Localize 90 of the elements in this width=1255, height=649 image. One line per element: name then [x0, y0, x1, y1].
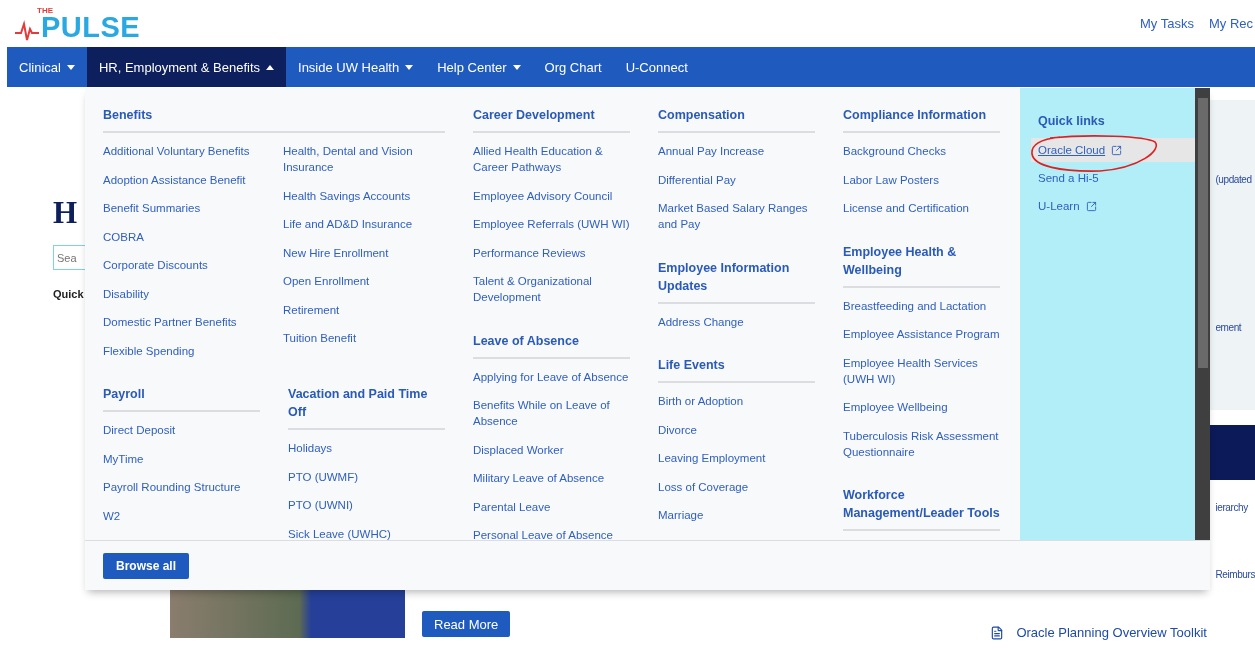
menu-link[interactable]: Birth or Adoption: [658, 393, 815, 409]
menu-link[interactable]: Military Leave of Absence: [473, 470, 630, 486]
menu-link[interactable]: Additional Voluntary Benefits: [103, 143, 265, 159]
menu-link[interactable]: Breastfeeding and Lactation: [843, 297, 1000, 314]
menu-link[interactable]: Sick Leave (UWHC): [288, 525, 445, 540]
document-link[interactable]: Reimburs: [1215, 569, 1255, 580]
menu-link[interactable]: Benefits While on Leave of Absence: [473, 397, 630, 429]
search-field[interactable]: Sea: [53, 245, 85, 270]
menu-section-heading: Life Events: [658, 356, 815, 383]
menu-link[interactable]: W2: [103, 507, 260, 524]
logo-small-text: THE: [37, 6, 53, 15]
menu-section-heading: Career Development: [473, 106, 630, 133]
menu-link[interactable]: Allied Health Education & Career Pathways: [473, 143, 630, 175]
menu-link[interactable]: Open Enrollment: [283, 273, 445, 289]
menu-section-heading: Vacation and Paid Time Off: [288, 385, 445, 430]
menu-link[interactable]: Market Based Salary Ranges and Pay: [658, 200, 815, 232]
menu-link[interactable]: PTO (UWMF): [288, 468, 445, 485]
menu-link[interactable]: Holidays: [288, 440, 445, 456]
menu-link[interactable]: Life and AD&D Insurance: [283, 216, 445, 232]
menu-link[interactable]: Leaving Employment: [658, 450, 815, 466]
nav-item[interactable]: HR, Employment & Benefits: [86, 47, 287, 87]
menu-link[interactable]: Marriage: [658, 507, 815, 523]
menu-link[interactable]: Parental Leave: [473, 498, 630, 515]
scrollbar-thumb[interactable]: [1197, 98, 1208, 368]
quick-link[interactable]: U-Learn: [1031, 194, 1195, 218]
menu-link[interactable]: Displaced Worker: [473, 441, 630, 458]
menu-link[interactable]: Employee Health Services (UWH WI): [843, 354, 1000, 387]
menu-section-heading: Compensation: [658, 106, 815, 133]
menu-section-heading: Employee Information Updates: [658, 258, 815, 304]
menu-link[interactable]: License and Certification: [843, 200, 1000, 216]
menu-link[interactable]: Employee Wellbeing: [843, 399, 1000, 415]
menu-link[interactable]: MyTime: [103, 450, 260, 467]
menu-link[interactable]: Tuition Benefit: [283, 330, 445, 346]
menu-link[interactable]: Employee Advisory Council: [473, 187, 630, 204]
quick-link[interactable]: Oracle Cloud: [1031, 138, 1195, 162]
scrollbar[interactable]: [1195, 88, 1210, 540]
quick-link[interactable]: Send a Hi-5: [1031, 166, 1195, 190]
menu-link[interactable]: Loss of Coverage: [658, 478, 815, 495]
read-more-button[interactable]: Read More: [422, 611, 511, 637]
menu-link[interactable]: Personal Leave of Absence: [473, 527, 630, 540]
menu-link[interactable]: COBRA: [103, 228, 265, 245]
menu-section-heading: Compliance Information: [843, 106, 1000, 133]
menu-link[interactable]: Tuberculosis Risk Assessment Questionnaire: [843, 427, 1000, 460]
document-link[interactable]: ierarchy: [1215, 502, 1248, 513]
menu-link[interactable]: PTO (UWNI): [288, 497, 445, 513]
document-link[interactable]: Oracle Planning Overview Toolkit: [990, 625, 1207, 640]
nav-item[interactable]: Clinical: [7, 47, 87, 87]
quick-links-label: Quick: [53, 288, 84, 300]
nav-item[interactable]: U-Connect: [613, 47, 700, 87]
menu-link[interactable]: New Hire Enrollment: [283, 244, 445, 261]
menu-section-heading: Workforce Management/Leader Tools: [843, 486, 1000, 531]
menu-link[interactable]: Disability: [103, 285, 265, 302]
nav-item[interactable]: Inside UW Health: [286, 47, 426, 87]
logo[interactable]: THEPULSE: [15, 5, 141, 42]
menu-link[interactable]: Health, Dental and Vision Insurance: [283, 143, 445, 175]
menu-link[interactable]: Annual Pay Increase: [658, 143, 815, 159]
menu-link[interactable]: Direct Deposit: [103, 422, 260, 438]
menu-section-heading: Employee Health & Wellbeing: [843, 242, 1000, 288]
menu-link[interactable]: Divorce: [658, 421, 815, 438]
browse-all-button[interactable]: Browse all: [103, 553, 190, 579]
menu-link[interactable]: Talent & Organizational Development: [473, 273, 630, 305]
menu-section-heading: Benefits: [103, 106, 445, 133]
menu-link[interactable]: Retirement: [283, 301, 445, 318]
favorite-link[interactable]: ement: [1215, 322, 1242, 333]
menu-link[interactable]: Differential Pay: [658, 171, 815, 188]
menu-link[interactable]: Payroll Rounding Structure: [103, 479, 260, 495]
menu-link[interactable]: Adoption Assistance Benefit: [103, 171, 265, 188]
menu-link[interactable]: Flexible Spending: [103, 342, 265, 359]
quick-links-heading: Quick links: [1038, 114, 1106, 128]
nav-item[interactable]: Org Chart: [532, 47, 614, 87]
document-icon: [990, 625, 1005, 640]
menu-link[interactable]: Benefit Summaries: [103, 200, 265, 216]
menu-section-heading: Payroll: [103, 385, 260, 412]
menu-link[interactable]: Employee Referrals (UWH WI): [473, 216, 630, 232]
hero-heading: H: [53, 195, 78, 231]
menu-link[interactable]: Applying for Leave of Absence: [473, 368, 630, 385]
favorite-link[interactable]: (updated: [1215, 174, 1252, 185]
heartbeat-icon: [15, 19, 39, 42]
menu-section-heading: Leave of Absence: [473, 331, 630, 359]
menu-link[interactable]: Performance Reviews: [473, 244, 630, 261]
menu-link[interactable]: Health Savings Accounts: [283, 187, 445, 204]
top-link[interactable]: My Tasks: [1140, 16, 1194, 31]
menu-link[interactable]: Domestic Partner Benefits: [103, 314, 265, 330]
menu-link[interactable]: Employee Assistance Program: [843, 326, 1000, 342]
menu-link[interactable]: Background Checks: [843, 143, 1000, 159]
menu-link[interactable]: Corporate Discounts: [103, 257, 265, 273]
menu-link[interactable]: Labor Law Posters: [843, 171, 1000, 188]
top-link[interactable]: My Rec: [1208, 16, 1253, 31]
menu-link[interactable]: Address Change: [658, 313, 815, 330]
nav-item[interactable]: Help Center: [425, 47, 533, 87]
